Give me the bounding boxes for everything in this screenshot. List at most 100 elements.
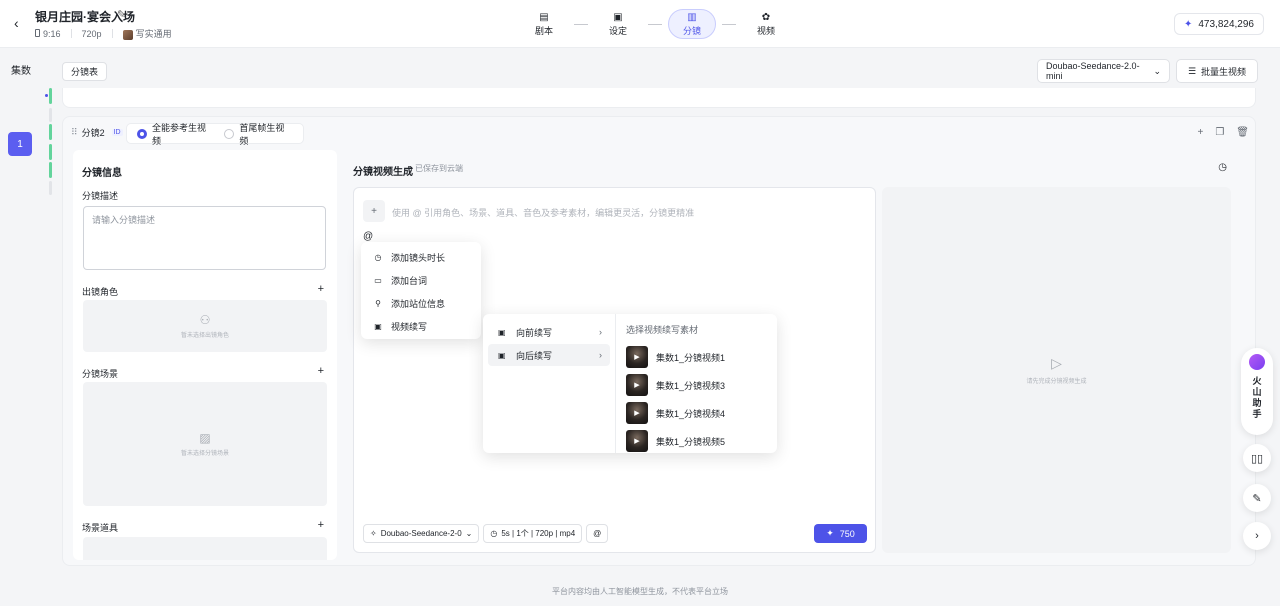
play-icon: ▶ <box>626 430 648 452</box>
model-select[interactable]: Doubao-Seedance-2.0-mini ⌄ <box>1037 59 1170 83</box>
clip-item[interactable]: ▶ 集数1_分镜视频3 <box>626 371 767 399</box>
clip-item[interactable]: ▶ 集数1_分镜视频5 <box>626 427 767 455</box>
continue-direction-list: ▣ 向前续写 › ▣ 向后续写 › <box>483 314 616 453</box>
top-bar: ‹ 银月庄园·宴会入场 ✎ 9:16 720p 写实通用 ▤ 剧本 ▣ 设定 ▥ 分镜… <box>0 0 1280 48</box>
resolution: 720p <box>81 28 102 39</box>
step-script[interactable]: ▤ 剧本 <box>520 9 568 39</box>
continue-forward[interactable]: ▣ 向前续写 › <box>488 321 610 343</box>
storyboard-table-tab[interactable]: 分镜表 <box>62 62 108 81</box>
card-tools: + ❐ 🗑 <box>1197 127 1249 138</box>
delete-icon[interactable]: 🗑 <box>1236 127 1249 138</box>
footer-disclaimer: 平台内容均由人工智能模型生成，不代表平台立场 <box>552 587 728 596</box>
drag-handle-icon[interactable]: ⠿ <box>71 127 78 138</box>
menu-item-duration[interactable]: ◷ 添加镜头时长 <box>361 246 481 269</box>
video-preview: ▷ 请先完成分镜视频生成 <box>882 187 1231 553</box>
continue-backward[interactable]: ▣ 向后续写 › <box>488 344 610 366</box>
shot-description-input[interactable]: 请输入分镜描述 <box>83 206 326 270</box>
episode-rail-title: 集数 <box>11 66 31 77</box>
prompt-placeholder: 使用 @ 引用角色、场景、道具、音色及参考素材，编辑更灵活，分镜更精准 <box>392 208 695 218</box>
video-gen-title: 分镜视频生成 <box>353 167 413 178</box>
clip-list: 选择视频续写素材 ▶ 集数1_分镜视频1 ▶ 集数1_分镜视频3 ▶ 集数1_分镜视频… <box>616 314 777 453</box>
style-thumbnail-icon <box>122 29 133 40</box>
shot-info-panel: 分镜信息 分镜描述 请输入分镜描述 出镜角色 + ⚇ 暂未选择出镜角色 分镜场景… <box>73 150 337 560</box>
shot-status-marker <box>49 108 52 122</box>
book-icon[interactable]: ▯▯ <box>1243 444 1271 472</box>
scene-empty[interactable]: ▨ 暂未选择分镜场景 <box>83 382 327 506</box>
credits-balance[interactable]: ✦ 473,824,296 <box>1173 13 1264 35</box>
scene-label: 分镜场景 <box>82 369 119 379</box>
prompt-tools: ✧ Doubao-Seedance-2-0 ⌄ ◷ 5s | 1个 | 720p | … <box>363 524 609 543</box>
chevron-down-icon: ⌄ <box>465 529 473 538</box>
step-storyboard[interactable]: ▥ 分镜 <box>668 9 716 39</box>
settings-icon: ▣ <box>613 11 623 23</box>
clip-item[interactable]: ▶ 集数1_分镜视频4 <box>626 399 767 427</box>
video-continue-icon: ▣ <box>374 322 382 331</box>
episode-rail: 集数 1 <box>0 48 40 606</box>
shot-status-marker <box>49 162 52 178</box>
list-icon: ☰ <box>1187 65 1197 76</box>
desc-label: 分镜描述 <box>82 191 119 201</box>
video-icon: ▣ <box>498 327 506 337</box>
shot-status-marker <box>49 144 52 160</box>
step-video[interactable]: ✿ 视频 <box>742 9 790 39</box>
menu-item-position[interactable]: ⚲ 添加站位信息 <box>361 292 481 315</box>
mode-full-reference[interactable]: 全能参考生视频 <box>137 121 214 147</box>
back-icon[interactable]: ‹ <box>14 16 28 30</box>
mention-chip[interactable]: @ <box>586 524 609 543</box>
menu-item-continue[interactable]: ▣ 视频续写 <box>361 315 481 338</box>
add-reference-button[interactable]: + <box>363 200 385 222</box>
assistant-label: 火山助手 <box>1252 376 1262 419</box>
saved-status: 已保存到云端 <box>415 164 463 173</box>
step-settings[interactable]: ▣ 设定 <box>594 9 642 39</box>
add-props-icon[interactable]: + <box>318 519 324 531</box>
edit-title-icon[interactable]: ✎ <box>117 8 126 21</box>
shot-status-marker <box>49 124 52 140</box>
model-chip[interactable]: ✧ Doubao-Seedance-2-0 ⌄ <box>363 524 480 543</box>
params-chip[interactable]: ◷ 5s | 1个 | 720p | mp4 <box>483 524 583 543</box>
copy-icon[interactable]: ❐ <box>1215 127 1224 138</box>
assistant-logo-icon <box>1249 354 1265 370</box>
play-icon: ▶ <box>626 402 648 424</box>
shot-info-title: 分镜信息 <box>82 168 122 179</box>
sparkle-icon: ✦ <box>1183 18 1193 30</box>
aspect-ratio: 9:16 <box>35 28 61 39</box>
mode-first-last-frame[interactable]: 首尾帧生视频 <box>224 121 293 147</box>
video-icon: ✿ <box>761 11 771 23</box>
clip-item[interactable]: ▶ 集数1_分镜视频1 <box>626 343 767 371</box>
episode-item[interactable]: 1 <box>8 132 32 156</box>
chevron-right-icon[interactable]: › <box>1243 522 1271 550</box>
add-icon[interactable]: + <box>1197 127 1203 138</box>
character-label: 出镜角色 <box>82 287 119 297</box>
play-icon: ▶ <box>626 346 648 368</box>
generate-button[interactable]: ✦ 750 <box>814 524 867 543</box>
chevron-right-icon: › <box>599 350 602 360</box>
id-badge: ID <box>111 129 123 136</box>
character-empty[interactable]: ⚇ 暂未选择出镜角色 <box>83 300 327 352</box>
mention-menu: ◷ 添加镜头时长 ▭ 添加台词 ⚲ 添加站位信息 ▣ 视频续写 <box>361 242 481 339</box>
menu-item-dialogue[interactable]: ▭ 添加台词 <box>361 269 481 292</box>
sparkle-icon: ✧ <box>370 529 377 538</box>
shot-status-marker <box>49 88 52 104</box>
batch-generate-button[interactable]: ☰ 批量生视频 <box>1176 59 1258 83</box>
add-scene-icon[interactable]: + <box>318 365 324 377</box>
prompt-text[interactable]: @ <box>363 231 373 242</box>
previous-shot-card <box>62 88 1256 108</box>
props-label: 场景道具 <box>82 523 119 533</box>
video-play-icon: ▷ <box>1051 355 1062 371</box>
shot-header: ⠿ 分镜2 ID <box>71 126 123 139</box>
add-character-icon[interactable]: + <box>318 283 324 295</box>
person-icon: ⚇ <box>199 313 211 327</box>
play-icon: ▶ <box>626 374 648 396</box>
clock-icon: ◷ <box>374 253 382 262</box>
continue-submenu: ▣ 向前续写 › ▣ 向后续写 › 选择视频续写素材 ▶ 集数1_分镜视频1 ▶ 集数1_分… <box>483 314 777 453</box>
image-icon: ▨ <box>199 431 211 445</box>
phone-icon <box>35 28 40 37</box>
history-icon[interactable]: ◷ <box>1218 162 1227 173</box>
clock-icon: ◷ <box>490 529 498 538</box>
clip-list-title: 选择视频续写素材 <box>626 325 699 335</box>
script-icon: ▤ <box>539 11 549 23</box>
notes-icon[interactable]: ✎ <box>1243 484 1271 512</box>
chevron-down-icon: ⌄ <box>1153 65 1161 76</box>
assistant-button[interactable]: 火山助手 <box>1241 348 1273 435</box>
props-empty[interactable] <box>83 537 327 560</box>
